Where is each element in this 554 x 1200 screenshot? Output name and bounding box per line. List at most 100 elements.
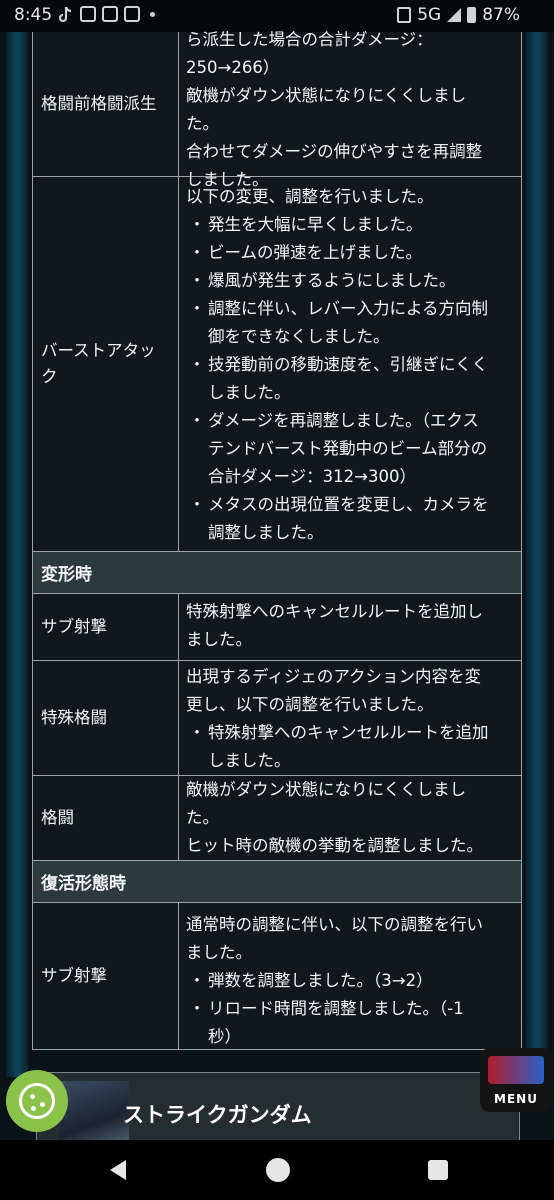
gallery-icon (80, 6, 96, 22)
gallery-icon (102, 6, 118, 22)
bullet-text: 秒） (208, 1027, 241, 1046)
navigation-bar (0, 1140, 554, 1200)
left-decoration (6, 32, 28, 1077)
bullet-text: 調整に伴い、レバー入力による方向制 (208, 299, 489, 318)
more-notifications-icon (150, 12, 155, 17)
back-icon[interactable] (110, 1160, 126, 1180)
recent-apps-icon[interactable] (428, 1160, 448, 1180)
right-decoration (526, 32, 548, 1077)
home-icon[interactable] (266, 1158, 290, 1182)
bullet-text: 調整しました。 (208, 523, 324, 542)
tiktok-icon (58, 6, 74, 24)
row-name: バーストアタッ ク (33, 177, 179, 551)
bullet-mark: ・ (188, 299, 206, 318)
vibrate-icon (397, 7, 412, 23)
system-icons: 5G 87% (397, 5, 520, 25)
bullet-item: ・ 特殊射撃へのキャンセルルートを追加 しました。 (186, 719, 513, 775)
network-type: 5G (417, 5, 442, 25)
bullet-item: ・ 爆風が発生するようにしました。 (186, 267, 513, 295)
bullet-item: ・ ビームの弾速を上げました。 (186, 239, 513, 267)
status-time: 8:45 (14, 5, 53, 25)
game-logo (488, 1056, 544, 1084)
desc-line: ました。 (186, 943, 252, 962)
menu-label: MENU (494, 1092, 538, 1106)
section-header: 変形時 (32, 552, 522, 594)
bullet-text: メタスの出現位置を変更し、カメラを (208, 495, 489, 514)
bullet-text: しました。 (208, 751, 291, 770)
signal-icon (447, 8, 462, 22)
desc-line: た。 (186, 808, 219, 827)
section-header: 復活形態時 (32, 861, 522, 903)
unit-card-title: ストライクガンダム (123, 1103, 312, 1127)
bullet-item: ・ 発生を大幅に早くしました。 (186, 211, 513, 239)
table-row: 格闘前格闘派生 ら派生した場合の合計ダメージ： 250→266） 敵機がダウン状… (32, 30, 522, 189)
row-name-line: バーストアタッ (41, 341, 156, 360)
bullet-mark: ・ (188, 355, 206, 374)
bullet-mark: ・ (188, 971, 206, 990)
row-description: 以下の変更、調整を行いました。 ・ 発生を大幅に早くしました。 ・ ビームの弾速… (179, 177, 521, 551)
bullet-text: 御をできなくしました。 (208, 327, 390, 346)
bullet-mark: ・ (188, 495, 206, 514)
bullet-mark: ・ (188, 723, 206, 742)
desc-line: 特殊射撃へのキャンセルルートを追加し (186, 602, 483, 621)
bullet-mark: ・ (188, 999, 206, 1018)
row-name: サブ射撃 (33, 903, 179, 1049)
bullet-text: 爆風が発生するようにしました。 (208, 271, 456, 290)
bullet-item: ・ ダメージを再調整しました。（エクス テンドバースト発動中のビーム部分の 合計… (186, 407, 513, 491)
desc-line: 敵機がダウン状態になりにくくしまし (186, 86, 467, 105)
bullet-item: ・ メタスの出現位置を変更し、カメラを 調整しました。 (186, 491, 513, 547)
table-row: サブ射撃 特殊射撃へのキャンセルルートを追加し ました。 (32, 594, 522, 661)
bullet-mark: ・ (188, 215, 206, 234)
desc-line: 250→266） (186, 58, 280, 77)
bullet-item: ・ 弾数を調整しました。（3→2） (186, 967, 513, 995)
desc-line: 以下の変更、調整を行いました。 (186, 187, 434, 206)
table-row: 特殊格闘 出現するディジェのアクション内容を変 更し、以下の調整を行いました。 … (32, 661, 522, 776)
bullet-item: ・ 技発動前の移動速度を、引継ぎにくく しました。 (186, 351, 513, 407)
bullet-text: 技発動前の移動速度を、引継ぎにくく (208, 355, 489, 374)
desc-line: ました。 (186, 630, 252, 649)
row-name: サブ射撃 (33, 594, 179, 660)
app-icon (124, 6, 140, 22)
row-description: 出現するディジェのアクション内容を変 更し、以下の調整を行いました。 ・ 特殊射… (179, 661, 521, 775)
bullet-text: リロード時間を調整しました。（-1 (208, 999, 464, 1018)
desc-line: ら派生した場合の合計ダメージ： (186, 30, 433, 49)
notification-icons (58, 6, 155, 24)
bullet-text: 発生を大幅に早くしました。 (208, 215, 423, 234)
row-description: 通常時の調整に伴い、以下の調整を行い ました。 ・ 弾数を調整しました。（3→2… (179, 903, 521, 1049)
bullet-mark: ・ (188, 411, 206, 430)
desc-line: 更し、以下の調整を行いました。 (186, 695, 434, 714)
bullet-mark: ・ (188, 243, 206, 262)
bullet-text: テンドバースト発動中のビーム部分の (208, 439, 488, 458)
row-name: 特殊格闘 (33, 661, 179, 775)
desc-line: ヒット時の敵機の挙動を調整しました。 (186, 836, 483, 855)
table-row: 格闘 敵機がダウン状態になりにくくしまし た。 ヒット時の敵機の挙動を調整しまし… (32, 776, 522, 861)
bullet-text: ダメージを再調整しました。（エクス (208, 411, 479, 430)
bullet-text: しました。 (208, 383, 291, 402)
battery-percent: 87% (482, 5, 520, 25)
row-description: 敵機がダウン状態になりにくくしまし た。 ヒット時の敵機の挙動を調整しました。 (179, 776, 521, 860)
table-row: サブ射撃 通常時の調整に伴い、以下の調整を行い ました。 ・ 弾数を調整しました… (32, 903, 522, 1050)
unit-thumbnail (59, 1081, 129, 1149)
desc-line: 敵機がダウン状態になりにくくしまし (186, 780, 467, 799)
bullet-text: ビームの弾速を上げました。 (208, 243, 423, 262)
bullet-item: ・ 調整に伴い、レバー入力による方向制 御をできなくしました。 (186, 295, 513, 351)
menu-button[interactable]: MENU (480, 1048, 552, 1112)
row-name-line: ク (41, 367, 58, 386)
unit-card[interactable]: ストライクガンダム (36, 1072, 520, 1150)
table-row: バーストアタッ ク 以下の変更、調整を行いました。 ・ 発生を大幅に早くしました… (32, 177, 522, 552)
cookie-settings-button[interactable] (6, 1070, 68, 1132)
adjustment-table: 格闘前格闘派生 ら派生した場合の合計ダメージ： 250→266） 敵機がダウン状… (32, 30, 522, 1050)
desc-line: 通常時の調整に伴い、以下の調整を行い (186, 915, 483, 934)
row-description: 特殊射撃へのキャンセルルートを追加し ました。 (179, 594, 521, 660)
desc-line: た。 (186, 114, 219, 133)
bullet-text: 合計ダメージ：312→300） (208, 467, 416, 486)
battery-icon (467, 7, 477, 23)
row-name: 格闘前格闘派生 (33, 32, 179, 176)
bullet-item: ・ リロード時間を調整しました。（-1 秒） (186, 995, 513, 1051)
desc-line: 合わせてダメージの伸びやすさを再調整 (186, 142, 483, 161)
desc-line: 出現するディジェのアクション内容を変 (186, 667, 482, 686)
bullet-text: 特殊射撃へのキャンセルルートを追加 (208, 723, 489, 742)
bullet-text: 弾数を調整しました。（3→2） (208, 971, 433, 990)
bullet-mark: ・ (188, 271, 206, 290)
row-description: ら派生した場合の合計ダメージ： 250→266） 敵機がダウン状態になりにくくし… (179, 30, 521, 189)
